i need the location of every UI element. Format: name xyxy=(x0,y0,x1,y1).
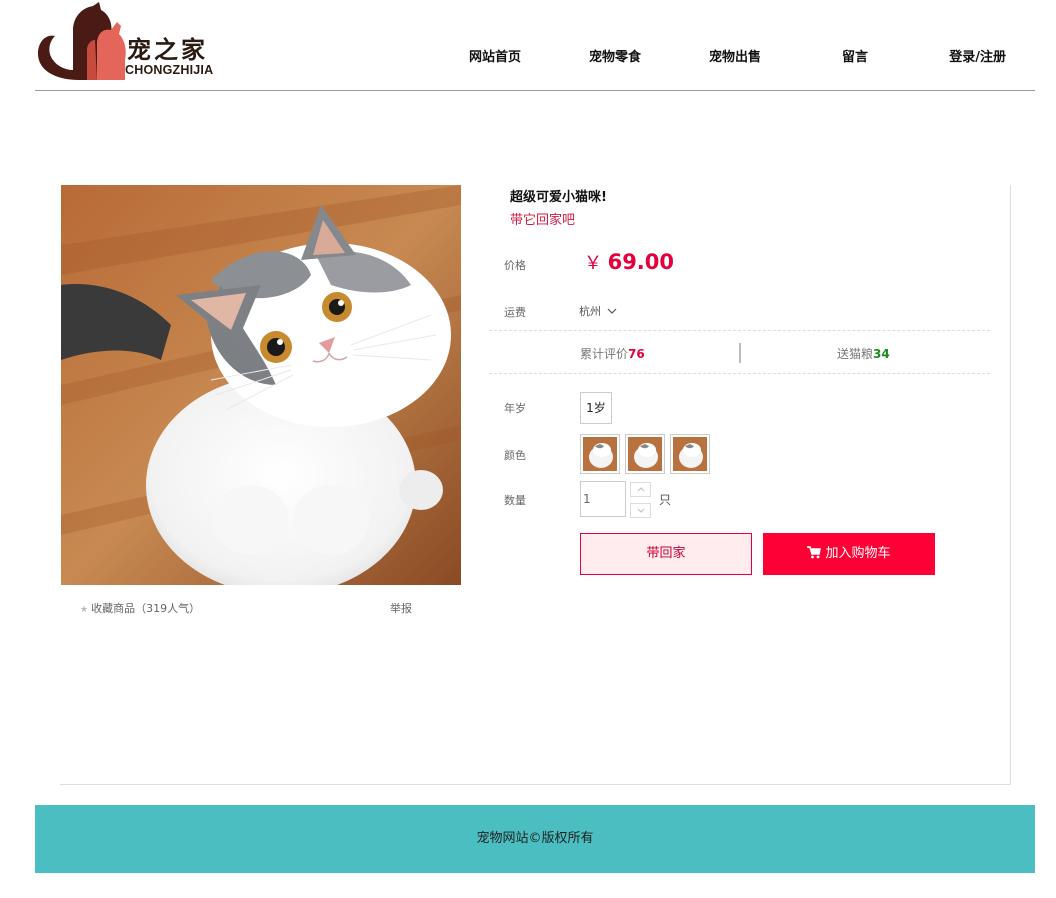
age-label: 年岁 xyxy=(504,402,526,415)
review-stat: 累计评价76 xyxy=(580,345,645,362)
chevron-up-icon xyxy=(637,487,644,492)
gift-label: 送猫粮 xyxy=(837,347,874,361)
brand-name-en: CHONGZHIJIA xyxy=(125,63,214,77)
price-value: 69.00 xyxy=(607,250,675,274)
review-count: 76 xyxy=(628,347,645,361)
copyright-text: 宠物网站©版权所有 xyxy=(476,831,594,846)
favorite-popularity: （319人气） xyxy=(135,602,201,615)
favorite-product[interactable]: ★ 收藏商品（319人气） xyxy=(80,600,200,616)
price-label: 价格 xyxy=(504,259,526,272)
currency-symbol: ￥ xyxy=(584,253,602,274)
chevron-down-icon xyxy=(637,508,644,513)
color-thumbnail xyxy=(583,437,617,471)
nav-login-register[interactable]: 登录/注册 xyxy=(915,46,1035,65)
cat-photo xyxy=(61,185,461,585)
price: ￥ 69.00 xyxy=(584,249,674,275)
product-subtitle: 带它回家吧 xyxy=(510,213,576,228)
nav-message[interactable]: 留言 xyxy=(795,46,915,65)
add-to-cart-button[interactable]: 加入购物车 xyxy=(763,533,935,575)
product-title: 超级可爱小猫咪! xyxy=(510,190,607,205)
stats-bar: 累计评价76 送猫粮34 xyxy=(489,330,990,374)
site-footer: 宠物网站©版权所有 xyxy=(35,805,1035,873)
quantity-input[interactable]: 1 xyxy=(580,481,626,517)
quantity-decrease-button[interactable] xyxy=(630,503,651,518)
favorite-label: 收藏商品 xyxy=(91,602,136,615)
product-panel: ★ 收藏商品（319人气） 举报 超级可爱小猫咪! 带它回家吧 价格 ￥ 69.0… xyxy=(60,185,1011,785)
nav-home[interactable]: 网站首页 xyxy=(435,46,555,65)
brand-logo[interactable]: 宠之家 CHONGZHIJIA xyxy=(35,0,235,86)
quantity-increase-button[interactable] xyxy=(630,482,651,497)
gift-count: 34 xyxy=(873,347,890,361)
age-option[interactable]: 1岁 xyxy=(580,392,612,424)
stats-divider xyxy=(739,343,741,363)
quantity-unit: 只 xyxy=(659,493,672,507)
color-option-1[interactable] xyxy=(580,434,620,474)
color-thumbnail xyxy=(628,437,662,471)
color-thumbnail xyxy=(673,437,707,471)
brand-name-cn: 宠之家 xyxy=(127,35,208,64)
take-home-button[interactable]: 带回家 xyxy=(580,533,752,575)
product-image xyxy=(61,185,461,585)
chevron-down-icon xyxy=(607,308,616,314)
color-option-3[interactable] xyxy=(670,434,710,474)
cart-icon xyxy=(807,546,822,559)
main-nav: 网站首页 宠物零食 宠物出售 留言 登录/注册 xyxy=(435,46,1035,65)
quantity-label: 数量 xyxy=(504,494,526,507)
gift-stat: 送猫粮34 xyxy=(837,345,890,362)
cat-dog-logo-icon xyxy=(37,2,126,80)
shipping-label: 运费 xyxy=(504,306,526,319)
add-to-cart-label: 加入购物车 xyxy=(825,546,891,561)
color-label: 颜色 xyxy=(504,449,526,462)
shipping-value: 杭州 xyxy=(579,305,601,318)
star-icon: ★ xyxy=(80,605,89,615)
nav-pet-snacks[interactable]: 宠物零食 xyxy=(555,46,675,65)
site-header: 宠之家 CHONGZHIJIA 网站首页 宠物零食 宠物出售 留言 登录/注册 xyxy=(35,0,1035,91)
nav-pet-sale[interactable]: 宠物出售 xyxy=(675,46,795,65)
color-option-2[interactable] xyxy=(625,434,665,474)
report-link[interactable]: 举报 xyxy=(390,600,412,616)
review-label: 累计评价 xyxy=(580,347,629,361)
shipping-selector[interactable]: 杭州 xyxy=(579,303,617,319)
